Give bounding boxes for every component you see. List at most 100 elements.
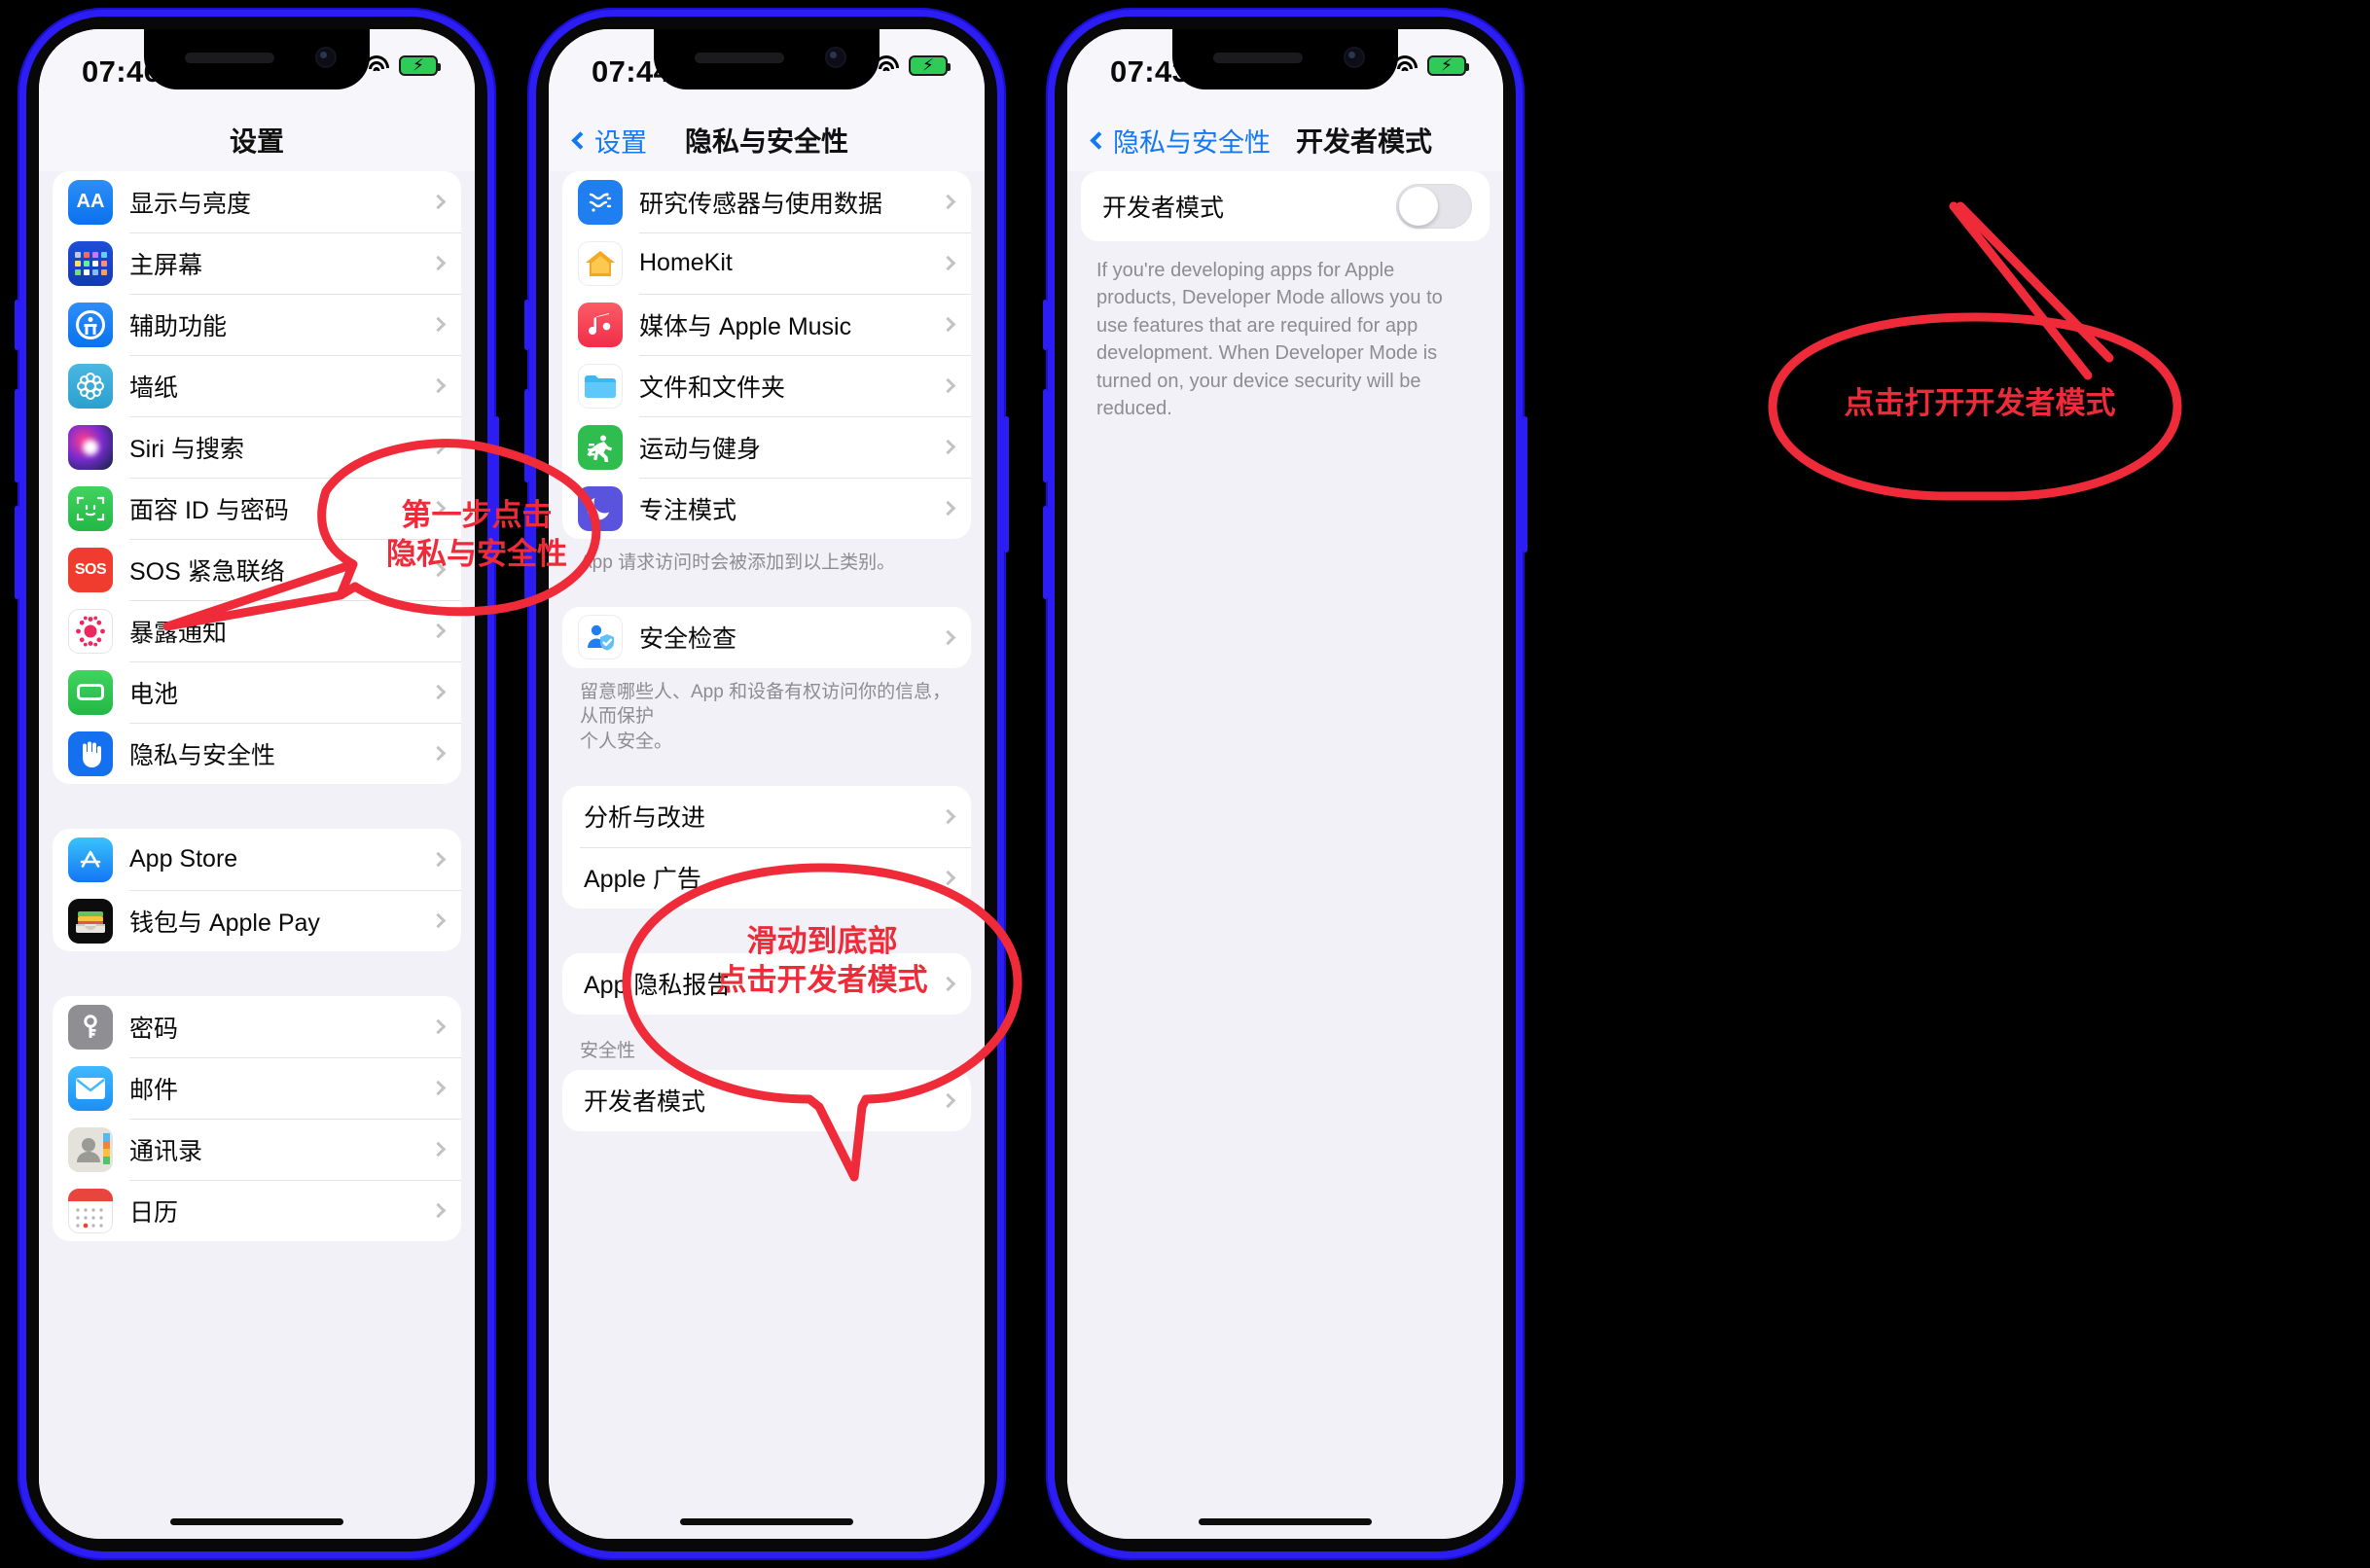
mute-switch[interactable] <box>15 300 19 350</box>
calendar-icon <box>68 1188 113 1233</box>
row-label: 开发者模式 <box>1102 195 1225 222</box>
phone-developer-mode: 07:43 ⚡ 隐私与安全性 开发者模式 开发者模式 If you're dev… <box>1043 8 1527 1560</box>
chevron-right-icon <box>940 629 956 645</box>
chevron-right-icon <box>430 1080 447 1096</box>
developer-mode-toggle[interactable] <box>1396 184 1472 229</box>
power-button[interactable] <box>494 416 499 552</box>
power-button[interactable] <box>1523 416 1527 552</box>
phone-screen: 07:46 ⚡ 设置 AA 显示与亮度 主屏幕 辅助功能 墙纸 Siri 与搜索… <box>39 29 475 1539</box>
volume-up-button[interactable] <box>15 389 19 482</box>
chevron-right-icon <box>940 439 956 455</box>
row-label: 电池 <box>129 680 179 708</box>
settings-row-passwords[interactable]: 密码 <box>53 996 461 1057</box>
privacy-row-developer-mode[interactable]: 开发者模式 <box>562 1070 971 1131</box>
battery-icon <box>68 669 113 715</box>
phone-privacy: 07:44 ⚡ 设置 隐私与安全性 研究传感器与使用数据 HomeKit 媒体与… <box>524 8 1009 1560</box>
home-indicator[interactable] <box>1199 1518 1372 1525</box>
privacy-row-analytics[interactable]: 分析与改进 <box>562 786 971 847</box>
row-label: 钱包与 Apple Pay <box>129 909 320 937</box>
chevron-right-icon <box>940 808 956 824</box>
chevron-right-icon <box>940 976 956 991</box>
settings-row-battery[interactable]: 电池 <box>53 661 461 723</box>
chevron-right-icon <box>430 439 447 455</box>
settings-row-face-id[interactable]: 面容 ID 与密码 <box>53 478 461 539</box>
chevron-right-icon <box>430 684 447 700</box>
mute-switch[interactable] <box>1043 300 1048 350</box>
row-label: 媒体与 Apple Music <box>639 312 852 340</box>
nav-bar: 隐私与安全性 开发者模式 <box>1067 109 1503 171</box>
battery-charging-icon: ⚡ <box>399 54 441 76</box>
settings-row-wallet[interactable]: 钱包与 Apple Pay <box>53 890 461 951</box>
developer-mode-row[interactable]: 开发者模式 <box>1081 171 1490 241</box>
settings-row-privacy-security[interactable]: 隐私与安全性 <box>53 723 461 784</box>
privacy-row-research[interactable]: 研究传感器与使用数据 <box>562 171 971 232</box>
home-indicator[interactable] <box>170 1518 343 1525</box>
privacy-row-safety-check[interactable]: 安全检查 <box>562 607 971 668</box>
chevron-right-icon <box>430 1018 447 1035</box>
settings-row-wallpaper[interactable]: 墙纸 <box>53 355 461 416</box>
row-label: 面容 ID 与密码 <box>129 496 289 524</box>
chevron-right-icon <box>940 377 956 394</box>
settings-row-accessibility[interactable]: 辅助功能 <box>53 294 461 355</box>
row-label: Siri 与搜索 <box>129 435 245 463</box>
settings-row-mail[interactable]: 邮件 <box>53 1057 461 1119</box>
display-brightness-icon: AA <box>68 179 113 225</box>
chevron-right-icon <box>430 851 447 868</box>
face-id-icon <box>68 485 113 531</box>
privacy-row-homekit[interactable]: HomeKit <box>562 232 971 294</box>
row-label: 主屏幕 <box>129 251 203 279</box>
settings-group-main: AA 显示与亮度 主屏幕 辅助功能 墙纸 Siri 与搜索 面容 ID 与密码 … <box>53 171 461 784</box>
privacy-row-focus[interactable]: 专注模式 <box>562 478 971 539</box>
settings-row-home-screen[interactable]: 主屏幕 <box>53 232 461 294</box>
settings-row-app-store[interactable]: App Store <box>53 829 461 890</box>
notch <box>1172 29 1398 89</box>
app-store-icon <box>68 837 113 882</box>
volume-down-button[interactable] <box>15 506 19 599</box>
back-button[interactable]: 设置 <box>571 122 647 160</box>
privacy-row-app-privacy-report[interactable]: App 隐私报告 <box>562 953 971 1015</box>
privacy-row-apple-ads[interactable]: Apple 广告 <box>562 846 971 909</box>
volume-down-button[interactable] <box>1043 506 1048 599</box>
settings-row-calendar[interactable]: 日历 <box>53 1180 461 1241</box>
settings-row-contacts[interactable]: 通讯录 <box>53 1119 461 1180</box>
settings-row-sos[interactable]: SOS SOS 紧急联络 <box>53 539 461 600</box>
privacy-row-files[interactable]: 文件和文件夹 <box>562 355 971 416</box>
volume-up-button[interactable] <box>1043 389 1048 482</box>
phone-screen: 07:43 ⚡ 隐私与安全性 开发者模式 开发者模式 If you're dev… <box>1067 29 1503 1539</box>
settings-list[interactable]: AA 显示与亮度 主屏幕 辅助功能 墙纸 Siri 与搜索 面容 ID 与密码 … <box>39 171 475 1539</box>
chevron-right-icon <box>430 194 447 210</box>
row-label: 暴露通知 <box>129 619 228 647</box>
row-label: 分析与改进 <box>584 804 706 833</box>
chevron-right-icon <box>430 1141 447 1158</box>
volume-up-button[interactable] <box>524 389 529 482</box>
earpiece-speaker <box>1213 53 1303 63</box>
settings-row-exposure[interactable]: 暴露通知 <box>53 600 461 661</box>
privacy-row-media-music[interactable]: 媒体与 Apple Music <box>562 294 971 355</box>
privacy-group-app-report: App 隐私报告 <box>562 952 971 1015</box>
row-label: App Store <box>129 845 238 873</box>
back-button[interactable]: 隐私与安全性 <box>1090 122 1271 160</box>
row-label: SOS 紧急联络 <box>129 557 285 586</box>
settings-row-display[interactable]: AA 显示与亮度 <box>53 171 461 232</box>
power-button[interactable] <box>1004 416 1009 552</box>
home-indicator[interactable] <box>680 1518 853 1525</box>
earpiece-speaker <box>695 53 784 63</box>
row-label: 密码 <box>129 1015 179 1043</box>
settings-row-siri[interactable]: Siri 与搜索 <box>53 416 461 478</box>
mute-switch[interactable] <box>524 300 529 350</box>
row-label: 隐私与安全性 <box>129 741 276 769</box>
privacy-row-fitness[interactable]: 运动与健身 <box>562 416 971 478</box>
wallet-icon <box>68 898 113 944</box>
privacy-list[interactable]: 研究传感器与使用数据 HomeKit 媒体与 Apple Music 文件和文件… <box>549 171 985 1539</box>
chevron-right-icon <box>430 316 447 333</box>
volume-down-button[interactable] <box>524 506 529 599</box>
row-label: 辅助功能 <box>129 312 228 340</box>
row-label: 通讯录 <box>129 1137 203 1165</box>
row-label: HomeKit <box>639 249 733 276</box>
settings-group-store: App Store 钱包与 Apple Pay <box>53 829 461 951</box>
developer-mode-description: If you're developing apps for Apple prod… <box>1096 260 1443 419</box>
